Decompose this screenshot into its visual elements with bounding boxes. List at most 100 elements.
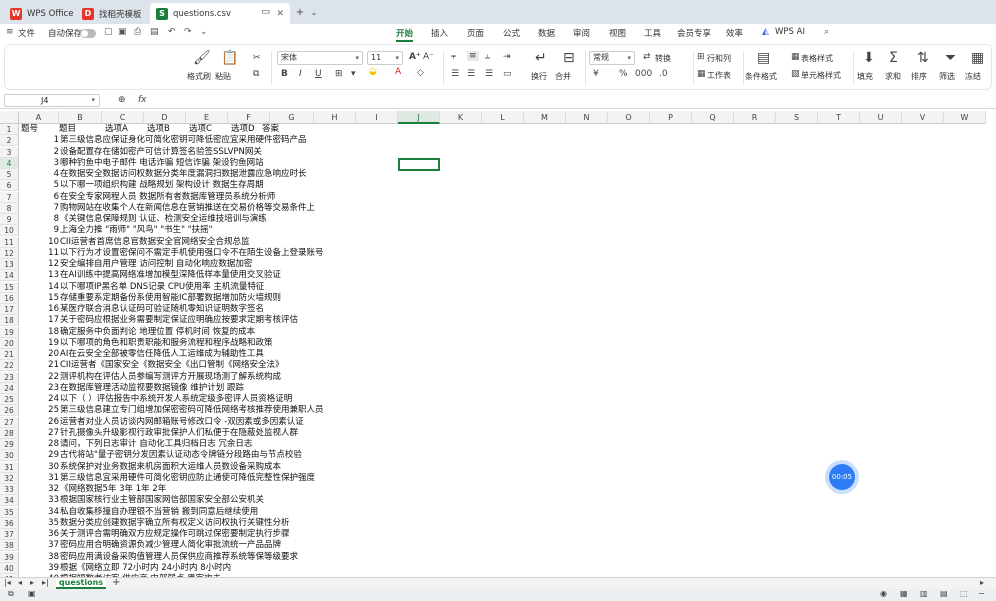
question-number-cell[interactable]: 29 — [19, 450, 59, 461]
paste-icon[interactable]: 📋 — [221, 50, 238, 66]
sort-label[interactable]: 排序 — [911, 71, 927, 82]
row-header[interactable]: 20 — [0, 337, 19, 349]
zoom-icon[interactable]: ⊕ — [118, 95, 126, 105]
row-header[interactable]: 38 — [0, 540, 19, 552]
paste-label[interactable]: 粘贴 — [215, 71, 231, 82]
row-header[interactable]: 34 — [0, 495, 19, 507]
question-number-cell[interactable]: 39 — [19, 563, 59, 574]
question-text-cell[interactable]: CII运营者首席信息官数据安全官网络安全合规总监 — [60, 237, 249, 248]
question-number-cell[interactable]: 37 — [19, 540, 59, 551]
row-header[interactable]: 40 — [0, 562, 19, 574]
thousands-icon[interactable]: 000 — [635, 69, 652, 79]
formula-input[interactable] — [158, 94, 994, 107]
search-icon[interactable]: ⌕ — [824, 27, 829, 37]
conditional-format-icon[interactable]: ▤ — [757, 50, 770, 66]
row-header[interactable]: 16 — [0, 292, 19, 304]
row-header[interactable]: 14 — [0, 270, 19, 282]
question-text-cell[interactable]: 哪种钓鱼中电子邮件 电话诈骗 短信诈骗 架设钓鱼网站 — [60, 158, 264, 169]
question-number-cell[interactable]: 9 — [19, 225, 59, 236]
column-header-n[interactable]: N — [566, 111, 608, 124]
question-number-cell[interactable]: 28 — [19, 439, 59, 450]
header-cell[interactable]: 选项B — [147, 124, 170, 135]
row-header[interactable]: 15 — [0, 281, 19, 293]
column-header-u[interactable]: U — [860, 111, 902, 124]
question-text-cell[interactable]: 在数据库管理活动监视要数据镜像 维护计划 跟踪 — [60, 383, 244, 394]
header-cell[interactable]: 选项A — [105, 124, 128, 135]
print-icon[interactable]: ⎙ — [134, 27, 141, 37]
align-center-icon[interactable]: ☰ — [467, 69, 475, 79]
sort-icon[interactable]: ⇅ — [917, 50, 929, 66]
next-sheet-icon[interactable]: ▸ — [30, 578, 34, 587]
question-number-cell[interactable]: 19 — [19, 338, 59, 349]
tab-docer[interactable]: D 找稻壳模板 — [76, 3, 148, 24]
decrease-font-icon[interactable]: A⁻ — [423, 52, 434, 62]
row-header[interactable]: 3 — [0, 146, 19, 158]
question-number-cell[interactable]: 24 — [19, 394, 59, 405]
merge-label[interactable]: 合并 — [555, 71, 571, 82]
row-header[interactable]: 22 — [0, 360, 19, 372]
menu-data[interactable]: 数据 — [538, 27, 555, 39]
font-name-select[interactable]: 宋体 ▾ — [277, 51, 363, 65]
question-text-cell[interactable]: 在数据安全数据访问权数据分类年度漏洞扫数据泄露应急响应时长 — [60, 169, 307, 180]
question-text-cell[interactable]: 关于密码应根据业务需要制定保证应明确应按要求定期考核评估 — [60, 315, 298, 326]
question-text-cell[interactable]: 密码应用合明确资源负减少管理人简化审批流统一产品品牌 — [60, 540, 281, 551]
question-text-cell[interactable]: 数据分类应创建数据字确立所有权定义访问权执行关键性分析 — [60, 518, 290, 529]
column-header-t[interactable]: T — [818, 111, 860, 124]
increase-font-icon[interactable]: A⁺ — [409, 52, 421, 62]
scroll-right-icon[interactable]: ▸ — [980, 578, 984, 587]
column-header-l[interactable]: L — [482, 111, 524, 124]
question-text-cell[interactable]: 第三级信息应保证身化可简化密钥可降低密应宜采用硬件密码产品 — [60, 135, 307, 146]
question-text-cell[interactable]: 第三级信息宜采用硬件可简化密钥应防止通使可降低完整性保护强度 — [60, 473, 315, 484]
copy-icon[interactable]: ⧉ — [253, 69, 259, 79]
distribute-icon[interactable]: ▭ — [503, 69, 512, 79]
question-text-cell[interactable]: 安全编排自用户管理 访问控制 自动化响应数据加密 — [60, 259, 252, 270]
question-number-cell[interactable]: 27 — [19, 428, 59, 439]
header-cell[interactable]: 答案 — [262, 124, 279, 135]
cut-icon[interactable]: ✂ — [253, 53, 261, 63]
question-text-cell[interactable]: 根据国家核行业主管部国家网信部国家安全部公安机关 — [60, 495, 264, 506]
row-header[interactable]: 29 — [0, 439, 19, 450]
question-text-cell[interactable]: 私自收集移撞自办理银不当营销 搬到同意后继续使用 — [60, 507, 258, 518]
row-header[interactable]: 9 — [0, 214, 19, 225]
cell-style-icon[interactable]: ▧ — [791, 69, 800, 79]
column-header-w[interactable]: W — [944, 111, 986, 124]
menu-insert[interactable]: 插入 — [431, 27, 448, 39]
question-number-cell[interactable]: 18 — [19, 327, 59, 338]
row-header[interactable]: 36 — [0, 517, 19, 529]
question-text-cell[interactable]: 密码应用满设备采购值管理人员保供应商推荐系统等保等级要求 — [60, 552, 298, 563]
timer-badge[interactable]: 00:05 — [829, 464, 855, 490]
autosave-toggle[interactable] — [80, 29, 96, 38]
question-text-cell[interactable]: 以下哪项IP黑名单 DNS记录 CPU使用率 主机流量特征 — [60, 282, 264, 293]
menu-tools[interactable]: 工具 — [644, 27, 661, 39]
page-layout-icon[interactable]: ▥ — [920, 589, 928, 598]
header-cell[interactable]: 题号 — [21, 124, 38, 135]
row-header[interactable]: 17 — [0, 304, 19, 315]
menu-member[interactable]: 会员专享 — [677, 27, 711, 39]
row-header[interactable]: 24 — [0, 382, 19, 394]
question-text-cell[interactable]: 针孔摄像头升级影视行政审批保护人们私便于在隐蔽处监视人群 — [60, 428, 298, 439]
row-header[interactable]: 28 — [0, 427, 19, 439]
question-text-cell[interactable]: CII运营者《国家安全《数据安全《出口管制《网络安全法》 — [60, 360, 283, 371]
selected-cell[interactable] — [398, 157, 440, 171]
convert-icon[interactable]: ⇄ — [643, 52, 651, 62]
format-painter-icon[interactable]: 🖌 — [193, 50, 211, 66]
question-text-cell[interactable]: 某医疗联合消息认证码可验证随机零知识证明数字签名 — [60, 304, 264, 315]
question-number-cell[interactable]: 13 — [19, 270, 59, 281]
format-painter-label[interactable]: 格式刷 — [187, 71, 211, 82]
menu-formula[interactable]: 公式 — [503, 27, 520, 39]
macro-icon[interactable]: ⧉ — [8, 589, 14, 599]
row-header[interactable]: 18 — [0, 315, 19, 327]
document-icon[interactable]: ▣ — [28, 589, 36, 598]
freeze-label[interactable]: 冻结 — [965, 71, 981, 82]
question-number-cell[interactable]: 12 — [19, 259, 59, 270]
column-header-g[interactable]: G — [270, 111, 314, 124]
column-header-r[interactable]: R — [734, 111, 776, 124]
align-left-icon[interactable]: ☰ — [451, 69, 459, 79]
question-number-cell[interactable]: 35 — [19, 518, 59, 529]
undo-icon[interactable]: ↶ — [168, 27, 176, 37]
underline-icon[interactable]: U — [315, 69, 322, 79]
column-header-d[interactable]: D — [144, 111, 186, 124]
question-number-cell[interactable]: 36 — [19, 529, 59, 540]
question-text-cell[interactable]: 设备配置存在储如密产可信计算签名验签SSLVPN网关 — [60, 147, 262, 158]
question-number-cell[interactable]: 21 — [19, 360, 59, 371]
